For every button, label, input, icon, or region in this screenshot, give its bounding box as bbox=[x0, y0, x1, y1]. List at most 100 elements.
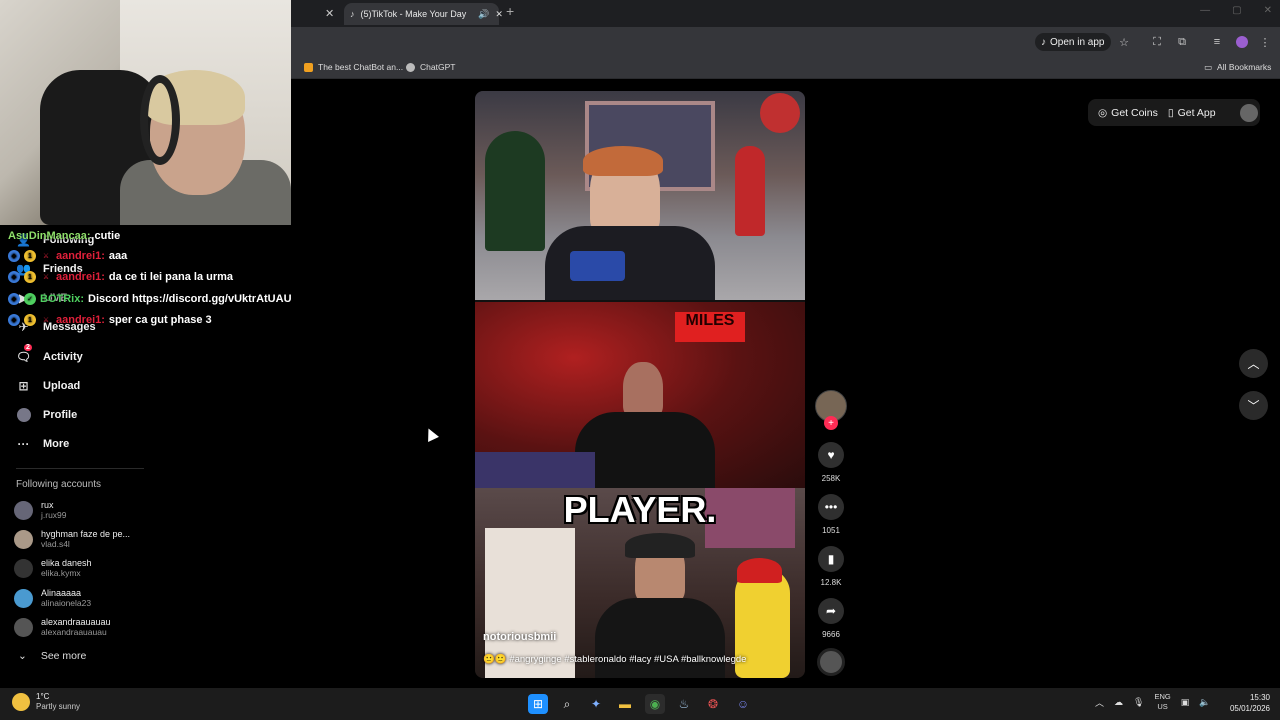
maximize-icon[interactable]: ▢ bbox=[1232, 5, 1241, 16]
chat-message: AsuDinMancaa: cutie bbox=[8, 227, 120, 245]
activity-icon: 🗨 2 bbox=[15, 343, 32, 364]
sidebar-item-activity[interactable]: 🗨 2 Activity bbox=[15, 343, 83, 367]
puzzle-icon[interactable]: ⧉ bbox=[1175, 35, 1189, 49]
star-icon[interactable]: ☆ bbox=[1117, 35, 1131, 49]
new-tab-button[interactable]: + bbox=[506, 3, 514, 19]
follow-plus-icon[interactable]: + bbox=[824, 416, 838, 430]
avatar bbox=[14, 558, 33, 578]
video-hashtags[interactable]: #angryginge #stableronaldo #lacy #USA #b… bbox=[509, 654, 746, 665]
webcam-overlay bbox=[0, 0, 291, 225]
gifter-badge-icon: 1 bbox=[24, 271, 36, 283]
weather-icon bbox=[12, 693, 30, 711]
verified-badge-icon: ✓ bbox=[24, 293, 36, 305]
open-in-app-button[interactable]: ♪ Open in app bbox=[1035, 33, 1111, 51]
profile-avatar-icon[interactable] bbox=[1235, 35, 1249, 49]
gifter-badge-icon: 1 bbox=[24, 314, 36, 326]
chat-username: AsuDinMancaa: bbox=[8, 230, 91, 242]
video-player[interactable]: MILES PLAYER. notoriousbmii 🙂🙂 #angrygin… bbox=[475, 91, 805, 678]
clock[interactable]: 15:30 05/01/2026 bbox=[1222, 692, 1270, 714]
taskbar bbox=[0, 688, 1280, 720]
account-name: elika danesh bbox=[41, 557, 92, 568]
sidebar-item-upload[interactable]: ⊞ Upload bbox=[16, 376, 80, 396]
account-name: rux bbox=[41, 499, 54, 510]
video-panel-top bbox=[475, 91, 805, 300]
coin-icon: ◎ bbox=[1098, 106, 1108, 119]
menu-icon[interactable]: ⋮ bbox=[1258, 35, 1272, 49]
weather-widget[interactable]: 1°C Partly sunny bbox=[12, 692, 80, 712]
account-handle: vlad.s4l bbox=[41, 538, 70, 549]
account-item[interactable]: elika danesh elika.kymx bbox=[14, 555, 92, 581]
date: 05/01/2026 bbox=[1229, 704, 1270, 713]
sword-badge-icon: ⚔ bbox=[42, 274, 50, 281]
copilot-icon[interactable]: ✦ bbox=[586, 694, 606, 714]
music-disc[interactable] bbox=[817, 648, 845, 676]
onedrive-icon[interactable]: ☁ bbox=[1114, 697, 1123, 708]
app-icon[interactable]: ❂ bbox=[703, 694, 723, 714]
get-app-button[interactable]: ▯ Get App bbox=[1168, 107, 1216, 119]
share-button[interactable]: ➦ 9666 bbox=[818, 598, 844, 639]
save-count: 12.8K bbox=[820, 578, 842, 587]
extension-icon[interactable]: ⛶ bbox=[1150, 35, 1164, 49]
start-icon[interactable]: ⊞ bbox=[528, 694, 548, 714]
microphone-icon[interactable]: 🎙 bbox=[1133, 697, 1144, 708]
user-avatar[interactable] bbox=[1239, 103, 1258, 122]
activity-badge: 2 bbox=[24, 343, 32, 351]
media-icon[interactable]: ≡ bbox=[1210, 35, 1224, 49]
emoji-icon: 🙂🙂 bbox=[483, 654, 507, 665]
tiktok-icon: ♪ bbox=[350, 9, 355, 19]
tab-close-icon[interactable]: ✕ bbox=[495, 9, 503, 20]
tab-tiktok[interactable]: ♪ (5)TikTok - Make Your Day 🔊 ✕ bbox=[344, 3, 503, 25]
sidebar-item-label: Activity bbox=[43, 351, 83, 363]
account-item[interactable]: Alinaaaaa alinaionela23 bbox=[14, 585, 91, 611]
language-code: ENG bbox=[1154, 692, 1171, 701]
top-right-actions: ◎ Get Coins ▯ Get App bbox=[1088, 99, 1260, 126]
all-bookmarks[interactable]: ▭ All Bookmarks bbox=[1204, 60, 1271, 74]
creator-avatar[interactable]: + bbox=[815, 390, 847, 430]
bookmark-chatgpt[interactable]: ChatGPT bbox=[406, 60, 455, 74]
music-disc-icon bbox=[817, 648, 845, 676]
next-video-button[interactable]: ﹀ bbox=[1239, 391, 1268, 420]
sidebar-item-more[interactable]: ··· More bbox=[16, 434, 70, 454]
display-icon[interactable]: ▣ bbox=[1181, 697, 1190, 708]
minimize-icon[interactable]: — bbox=[1200, 5, 1210, 16]
steam-icon[interactable]: ♨ bbox=[674, 694, 694, 714]
browser-toolbar bbox=[291, 27, 1280, 57]
account-handle: alexandraauauau bbox=[41, 626, 107, 637]
tab-close-icon[interactable]: ✕ bbox=[325, 0, 335, 27]
more-icon: ··· bbox=[17, 437, 30, 451]
avatar bbox=[14, 617, 33, 637]
previous-video-button[interactable]: ︿ bbox=[1239, 349, 1268, 378]
video-author[interactable]: notoriousbmii bbox=[483, 631, 556, 643]
search-icon[interactable]: ⌕ bbox=[557, 694, 577, 714]
sidebar-item-profile[interactable]: Profile bbox=[16, 405, 77, 425]
close-window-icon[interactable]: ✕ bbox=[1264, 5, 1272, 16]
volume-icon[interactable]: 🔈 bbox=[1199, 697, 1210, 708]
chrome-icon[interactable]: ◉ bbox=[645, 694, 665, 714]
speaker-icon[interactable]: 🔊 bbox=[478, 9, 489, 20]
tiktok-icon: ♪ bbox=[1041, 36, 1046, 48]
chat-text: aaa bbox=[108, 250, 128, 262]
like-button[interactable]: ♥ 258K bbox=[818, 442, 844, 483]
account-item[interactable]: rux j.rux99 bbox=[14, 497, 67, 523]
chevron-up-icon[interactable]: ︿ bbox=[1095, 696, 1104, 709]
window-controls: — ▢ ✕ bbox=[1200, 5, 1272, 16]
chat-message: ◆ 1 ⚔ aandrei1: da ce ti lei pana la urm… bbox=[8, 268, 233, 286]
file-explorer-icon[interactable]: ▬ bbox=[615, 694, 635, 714]
chat-text: sper ca gut phase 3 bbox=[108, 314, 212, 326]
discord-icon[interactable]: ☺ bbox=[733, 694, 753, 714]
subscriber-badge-icon: ◆ bbox=[8, 314, 20, 326]
get-app-label: Get App bbox=[1177, 106, 1216, 119]
get-coins-button[interactable]: ◎ Get Coins bbox=[1098, 107, 1158, 119]
sidebar-item-label: More bbox=[43, 438, 70, 450]
save-button[interactable]: ▮ 12.8K bbox=[818, 546, 844, 587]
language-indicator[interactable]: ENG US bbox=[1154, 692, 1170, 712]
get-coins-label: Get Coins bbox=[1111, 106, 1158, 119]
account-item[interactable]: hyghman faze de pe... vlad.s4l bbox=[14, 526, 130, 552]
chat-message: ◆ ✓ BOTRix: Discord https://discord.gg/v… bbox=[8, 290, 292, 308]
account-item[interactable]: alexandraauauau alexandraauauau bbox=[14, 614, 111, 640]
all-bookmarks-label: All Bookmarks bbox=[1217, 62, 1272, 72]
comment-button[interactable]: ••• 1051 bbox=[818, 494, 844, 535]
bookmark-chatbot[interactable]: The best ChatBot an... bbox=[304, 60, 403, 74]
video-overlay-text: PLAYER. bbox=[563, 489, 717, 530]
see-more-button[interactable]: ⌄ See more bbox=[18, 650, 86, 662]
